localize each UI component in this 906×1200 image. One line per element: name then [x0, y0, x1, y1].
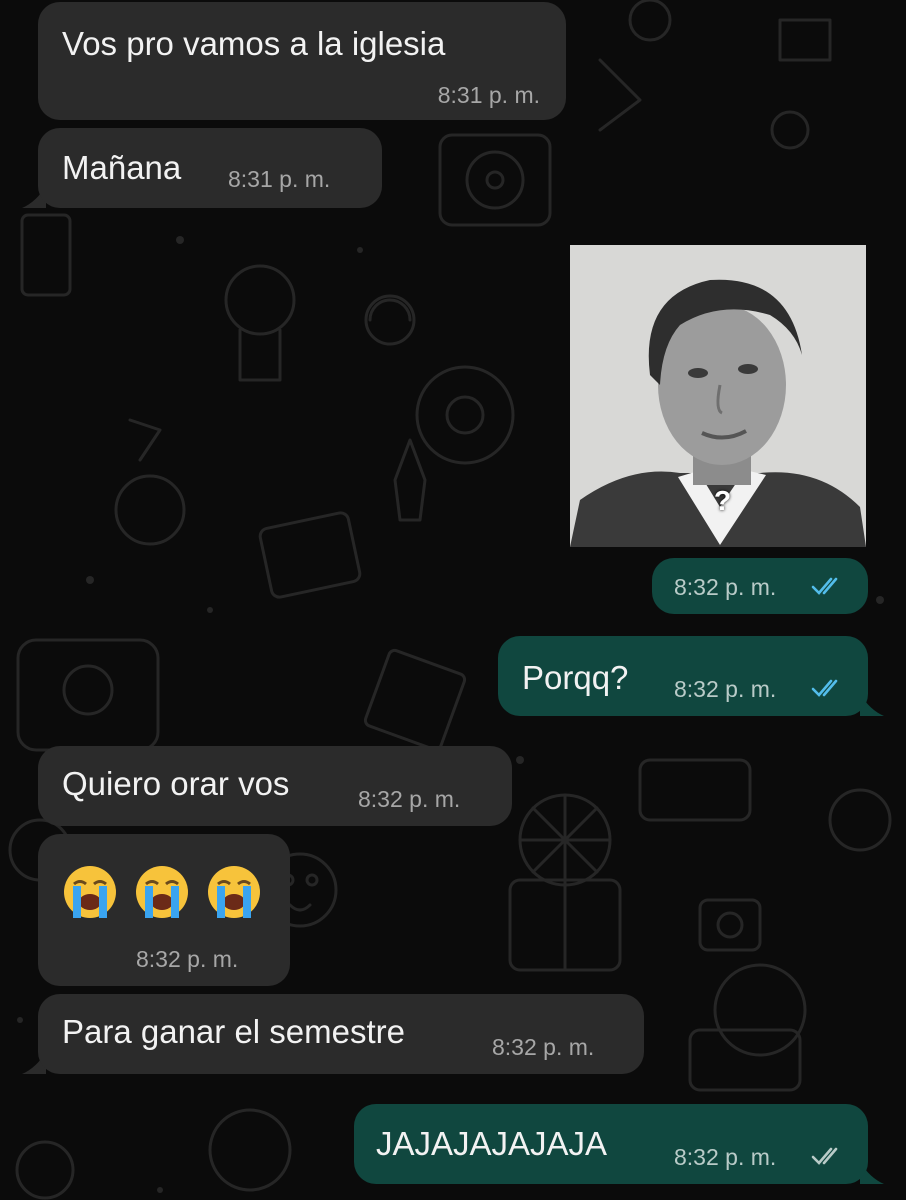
- message-text: Vos pro vamos a la iglesia: [62, 25, 446, 62]
- delivered-receipt-icon: [811, 1147, 838, 1165]
- loudly-crying-face-icon: [136, 866, 188, 918]
- message-text: Porqq?: [522, 659, 629, 696]
- message-bubble-incoming[interactable]: Mañana 8:31 p. m.: [38, 128, 382, 208]
- message-time: 8:31 p. m.: [437, 82, 540, 108]
- photo-message[interactable]: ?: [570, 245, 866, 547]
- message-time: 8:32 p. m.: [674, 574, 777, 600]
- message-bubble-outgoing[interactable]: JAJAJAJAJAJA 8:32 p. m.: [354, 1104, 868, 1184]
- message-text: Quiero orar vos: [62, 765, 290, 802]
- message-bubble-outgoing[interactable]: Porqq? 8:32 p. m.: [498, 636, 868, 716]
- message-time: 8:32 p. m.: [136, 946, 239, 972]
- read-receipt-icon: [811, 577, 838, 595]
- message-time: 8:32 p. m.: [674, 1144, 777, 1170]
- loudly-crying-face-icon: [208, 866, 260, 918]
- message-bubble-incoming[interactable]: Para ganar el semestre 8:32 p. m.: [38, 994, 644, 1074]
- message-bubble-incoming[interactable]: Vos pro vamos a la iglesia 8:31 p. m.: [38, 2, 566, 120]
- message-time: 8:32 p. m.: [674, 676, 777, 702]
- read-receipt-icon: [811, 679, 838, 697]
- photo-timestamp-bubble: 8:32 p. m.: [652, 558, 868, 614]
- photo-question-mark: ?: [714, 485, 732, 516]
- message-bubble-incoming[interactable]: Quiero orar vos 8:32 p. m.: [38, 746, 512, 826]
- message-text: Para ganar el semestre: [62, 1013, 406, 1050]
- message-bubble-incoming-emoji[interactable]: 8:32 p. m.: [38, 834, 290, 986]
- message-time: 8:32 p. m.: [358, 786, 461, 812]
- loudly-crying-face-icon: [64, 866, 116, 918]
- message-text: JAJAJAJAJAJA: [376, 1125, 608, 1162]
- message-text: Mañana: [62, 149, 182, 186]
- message-time: 8:32 p. m.: [492, 1034, 595, 1060]
- message-time: 8:31 p. m.: [228, 166, 331, 192]
